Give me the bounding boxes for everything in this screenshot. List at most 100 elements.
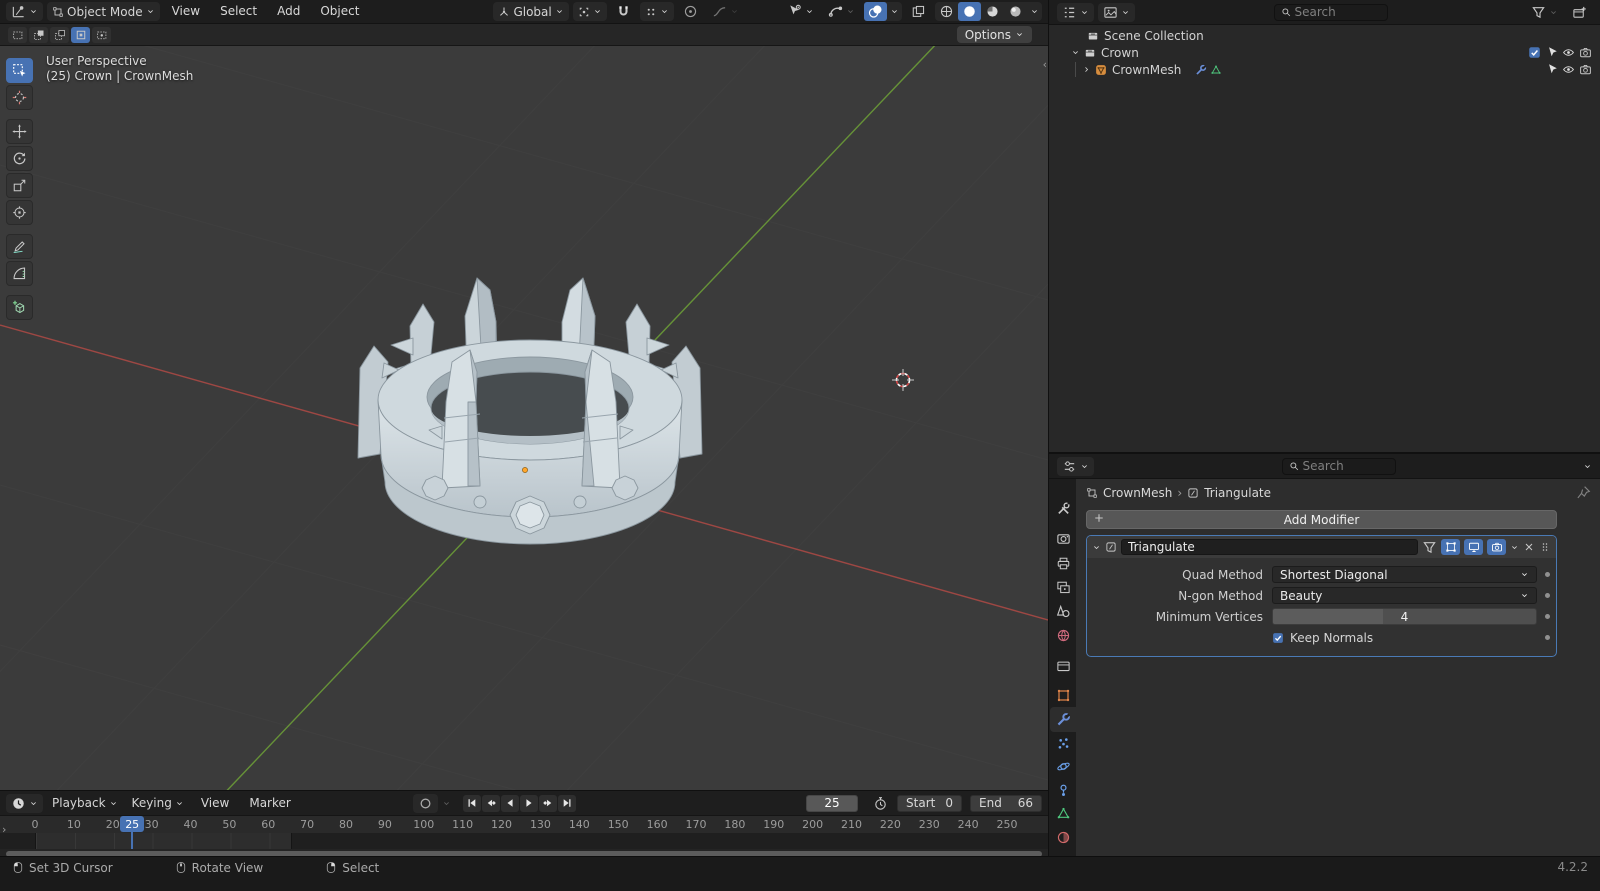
tr-rev-button[interactable]	[501, 794, 520, 812]
mode-dropdown[interactable]: Object Mode	[47, 2, 160, 21]
tr-nextkey-button[interactable]	[539, 794, 558, 812]
playhead[interactable]	[131, 831, 134, 849]
tab-object-data[interactable]	[1050, 801, 1076, 826]
tab-physics[interactable]	[1050, 754, 1076, 779]
tool-scale-button[interactable]	[6, 173, 33, 198]
tool-select-box-button[interactable]	[6, 58, 33, 83]
animate-dot[interactable]	[1545, 635, 1550, 640]
chevron-down-icon[interactable]	[1583, 462, 1592, 471]
render-display-toggle[interactable]	[1487, 539, 1506, 555]
render-camera-icon[interactable]	[1579, 63, 1592, 76]
tr-start-button[interactable]	[463, 794, 482, 812]
shading-wireframe-button[interactable]	[935, 2, 958, 21]
panel-expand-chevron-icon[interactable]	[1092, 543, 1101, 552]
tab-particles[interactable]	[1050, 731, 1076, 756]
tool-annotate-button[interactable]	[6, 234, 33, 259]
selectable-pointer-icon[interactable]	[1545, 46, 1558, 59]
expand-chevron-icon[interactable]	[1071, 48, 1080, 57]
use-preview-range-toggle[interactable]	[868, 794, 893, 813]
current-frame-field[interactable]: 25	[806, 794, 859, 812]
hide-eye-icon[interactable]	[1562, 46, 1575, 59]
tab-constraints[interactable]	[1050, 778, 1076, 803]
breadcrumb-modifier[interactable]: Triangulate	[1204, 486, 1271, 500]
outliner-row-crown[interactable]: Crown	[1049, 44, 1600, 61]
menu-object[interactable]: Object	[312, 2, 367, 21]
selmode-subtract-button[interactable]	[50, 26, 69, 43]
tr-play-button[interactable]	[520, 794, 539, 812]
tool-add-cube-button[interactable]	[6, 295, 33, 320]
tab-scene[interactable]	[1050, 599, 1076, 624]
selectable-pointer-icon[interactable]	[1545, 63, 1558, 76]
timeline-ruler[interactable]: 0 10 20 30 40 50 60 70 80 90 100 110 120 130 140 150 160…	[0, 816, 1048, 833]
animate-dot[interactable]	[1545, 614, 1550, 619]
modifier-wrench-icon[interactable]	[1195, 64, 1207, 76]
outliner-display-mode-button[interactable]	[1098, 2, 1135, 22]
selmode-extend-button[interactable]	[29, 26, 48, 43]
properties-search-input[interactable]	[1302, 459, 1389, 473]
tab-object[interactable]	[1050, 683, 1076, 708]
menu-view[interactable]: View	[164, 2, 208, 21]
outliner-row-crownmesh[interactable]: CrownMesh	[1049, 61, 1600, 78]
pin-icon[interactable]	[1576, 485, 1591, 500]
render-camera-icon[interactable]	[1579, 46, 1592, 59]
properties-search[interactable]	[1281, 457, 1396, 475]
gizmos-dropdown[interactable]	[823, 2, 860, 21]
tool-cursor-button[interactable]	[6, 85, 33, 110]
outliner-search-input[interactable]	[1294, 5, 1381, 19]
selmode-invert-button[interactable]	[71, 26, 90, 43]
exclude-checkbox-icon[interactable]	[1528, 46, 1541, 59]
keep-normals-checkbox[interactable]	[1272, 632, 1284, 644]
frame-end-field[interactable]: End 66	[970, 794, 1042, 812]
editmode-display-toggle[interactable]	[1441, 539, 1460, 555]
menu-add[interactable]: Add	[269, 2, 308, 21]
properties-editor-type-button[interactable]	[1057, 456, 1094, 476]
menu-keying[interactable]: Keying	[127, 794, 189, 813]
animate-dot[interactable]	[1545, 593, 1550, 598]
tab-modifiers[interactable]	[1050, 707, 1076, 732]
tr-end-button[interactable]	[558, 794, 577, 812]
add-modifier-button[interactable]: Add Modifier	[1086, 510, 1557, 529]
ngon-method-dropdown[interactable]: Beauty	[1272, 587, 1537, 604]
timeline-editor-type-button[interactable]	[6, 793, 43, 813]
xray-toggle[interactable]	[906, 2, 931, 21]
show-object-types-dropdown[interactable]	[782, 2, 819, 21]
sidebar-expand-arrow[interactable]: ‹	[1043, 58, 1047, 71]
tr-prevkey-button[interactable]	[482, 794, 501, 812]
collapsed-chevron-icon[interactable]	[1082, 65, 1091, 74]
overlays-toggle[interactable]	[864, 2, 887, 21]
3d-viewport[interactable]: User Perspective (25) Crown | CrownMesh …	[0, 46, 1048, 790]
frame-start-field[interactable]: Start 0	[897, 794, 962, 812]
menu-playback[interactable]: Playback	[47, 794, 123, 813]
realtime-display-toggle[interactable]	[1464, 539, 1483, 555]
tab-tool[interactable]	[1050, 496, 1076, 521]
delete-modifier-icon[interactable]	[1523, 541, 1535, 553]
breadcrumb-object[interactable]: CrownMesh	[1103, 486, 1172, 500]
tab-collection[interactable]	[1050, 653, 1076, 678]
outliner-search[interactable]	[1273, 3, 1388, 21]
tab-view-layer[interactable]	[1050, 575, 1076, 600]
falloff-dropdown[interactable]	[707, 2, 744, 21]
on-cage-toggle-icon[interactable]	[1422, 540, 1437, 555]
editor-type-button[interactable]	[6, 2, 43, 21]
tool-move-button[interactable]	[6, 119, 33, 144]
tab-material[interactable]	[1050, 825, 1076, 850]
tab-render[interactable]	[1050, 526, 1076, 551]
menu-timeline-view[interactable]: View	[193, 794, 237, 813]
hide-eye-icon[interactable]	[1562, 63, 1575, 76]
tab-world[interactable]	[1050, 623, 1076, 648]
options-dropdown[interactable]: Options	[956, 26, 1032, 43]
outliner-editor-type-button[interactable]	[1057, 2, 1094, 22]
new-collection-button[interactable]	[1567, 3, 1592, 22]
menu-marker[interactable]: Marker	[241, 794, 298, 813]
quad-method-dropdown[interactable]: Shortest Diagonal	[1272, 566, 1537, 583]
pivot-point-dropdown[interactable]	[572, 2, 607, 21]
outliner-row-scene-collection[interactable]: Scene Collection	[1049, 27, 1600, 44]
shading-material-button[interactable]	[981, 2, 1004, 21]
tool-measure-button[interactable]	[6, 261, 33, 286]
tool-rotate-button[interactable]	[6, 146, 33, 171]
modifier-name-field[interactable]	[1121, 539, 1418, 555]
timeline-band[interactable]	[0, 833, 1048, 849]
selmode-new-button[interactable]	[8, 26, 27, 43]
selmode-intersect-button[interactable]	[92, 26, 111, 43]
snap-toggle[interactable]	[611, 2, 636, 21]
